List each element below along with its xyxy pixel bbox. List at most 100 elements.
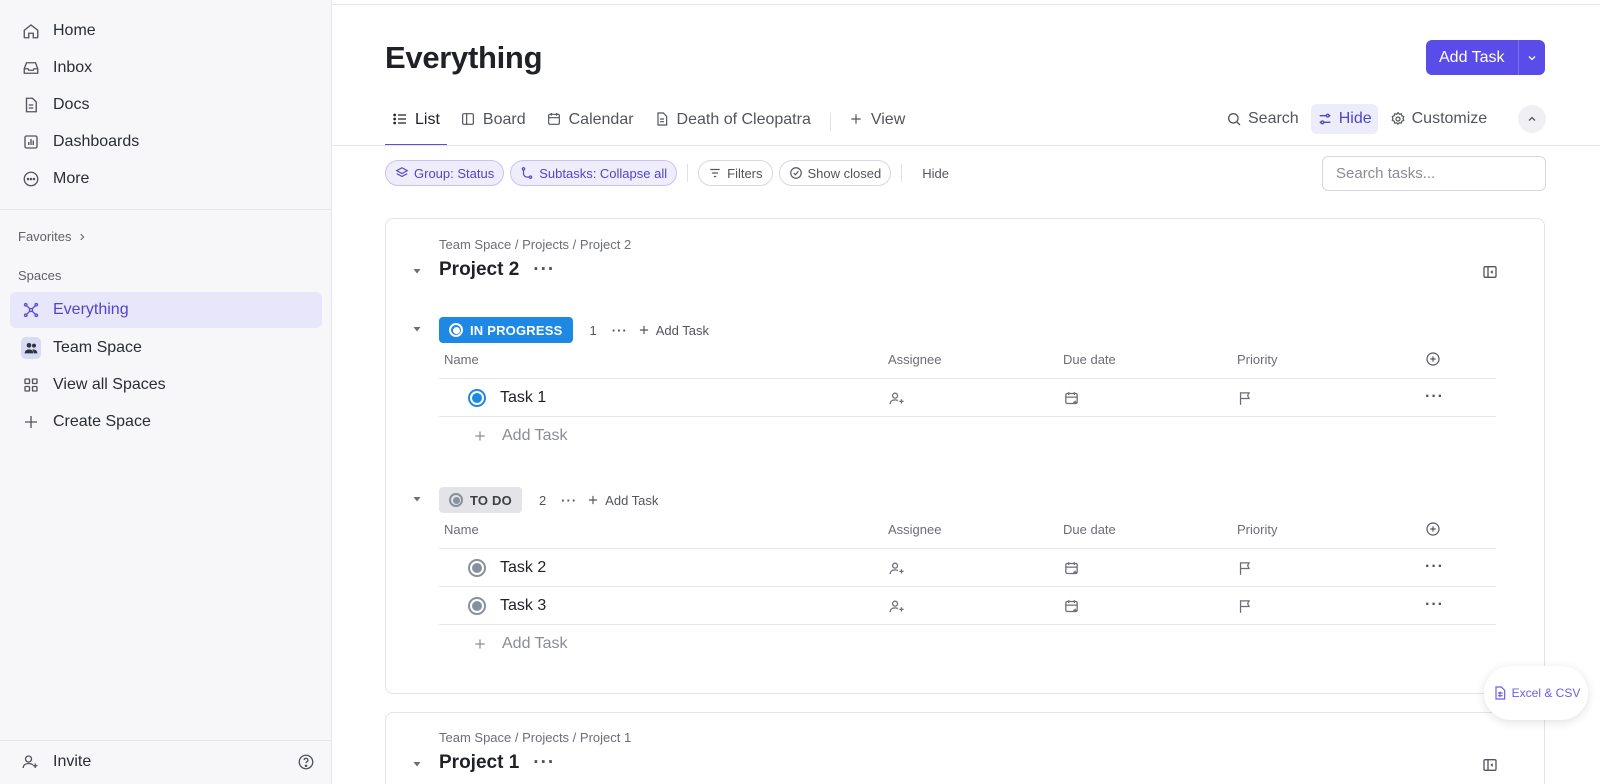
create-space[interactable]: Create Space <box>10 404 322 440</box>
calendar-icon <box>546 111 562 127</box>
nav-dashboards[interactable]: Dashboards <box>10 124 322 160</box>
add-view-label: View <box>870 111 906 128</box>
add-task-row-label: Add Task <box>502 427 568 444</box>
caret-down-icon[interactable] <box>411 323 423 335</box>
tab-calendar[interactable]: Calendar <box>539 102 641 146</box>
project-title: Project 2 ··· <box>439 259 555 281</box>
space-team[interactable]: Team Space <box>10 330 322 366</box>
collapse-header-button[interactable] <box>1518 105 1546 133</box>
task-name[interactable]: Task 3 <box>500 597 546 615</box>
nav-home-label: Home <box>53 22 96 39</box>
flag-icon[interactable] <box>1237 598 1254 615</box>
caret-down-icon[interactable] <box>411 758 423 770</box>
calendar-add-icon[interactable] <box>1063 598 1080 615</box>
task-row[interactable]: Task 1 ··· <box>439 379 1496 417</box>
home-icon <box>21 21 41 41</box>
task-name[interactable]: Task 1 <box>500 389 546 407</box>
excel-csv-export-button[interactable]: Excel & CSV <box>1484 666 1588 720</box>
column-priority[interactable]: Priority <box>1237 522 1277 537</box>
status-badge[interactable]: IN PROGRESS <box>439 317 573 343</box>
top-divider <box>332 4 1600 5</box>
caret-down-icon[interactable] <box>411 265 423 277</box>
nav-more[interactable]: More <box>10 161 322 197</box>
column-priority[interactable]: Priority <box>1237 352 1277 367</box>
chevron-down-icon[interactable] <box>1519 40 1545 75</box>
filter-bar: Group: Status Subtasks: Collapse all Fil… <box>385 160 959 186</box>
favorites-header[interactable]: Favorites <box>18 229 87 244</box>
status-icon[interactable] <box>468 559 486 577</box>
tab-doc[interactable]: Death of Cleopatra <box>647 102 818 146</box>
caret-down-icon[interactable] <box>411 493 423 505</box>
group-header-todo: TO DO 2 ··· Add Task <box>439 487 658 513</box>
more-horizontal-icon[interactable]: ··· <box>561 493 577 508</box>
calendar-add-icon[interactable] <box>1063 390 1080 407</box>
customize-button[interactable]: Customize <box>1384 104 1494 134</box>
nav-inbox[interactable]: Inbox <box>10 50 322 86</box>
sidebar-panel-icon[interactable] <box>1482 264 1498 280</box>
help-icon[interactable] <box>297 753 315 771</box>
filters-label: Filters <box>727 165 763 181</box>
space-everything[interactable]: Everything <box>10 292 322 328</box>
nav-docs[interactable]: Docs <box>10 87 322 123</box>
status-badge[interactable]: TO DO <box>439 487 522 513</box>
column-name[interactable]: Name <box>444 522 479 537</box>
hide-chip[interactable]: Hide <box>912 160 959 186</box>
sidebar-panel-icon[interactable] <box>1482 757 1498 773</box>
column-assignee[interactable]: Assignee <box>888 522 941 537</box>
project-breadcrumb: Team Space / Projects / Project 1 <box>439 730 632 745</box>
add-view-button[interactable]: View <box>841 102 912 146</box>
tab-board[interactable]: Board <box>453 102 533 146</box>
subtasks-label: Subtasks: Collapse all <box>539 165 668 181</box>
more-horizontal-icon[interactable]: ··· <box>1425 596 1444 614</box>
list-icon <box>392 111 408 127</box>
add-task-button[interactable]: Add Task <box>1426 40 1545 75</box>
status-icon <box>449 323 463 337</box>
group-status-chip[interactable]: Group: Status <box>385 160 505 186</box>
flag-icon[interactable] <box>1237 390 1254 407</box>
more-horizontal-icon[interactable]: ··· <box>533 259 555 281</box>
more-horizontal-icon[interactable]: ··· <box>1425 558 1444 576</box>
more-horizontal-icon[interactable]: ··· <box>1425 388 1444 406</box>
search-tasks-input[interactable] <box>1322 156 1546 191</box>
excel-csv-label: Excel & CSV <box>1511 686 1581 700</box>
hide-button[interactable]: Hide <box>1310 104 1378 134</box>
add-assignee-icon[interactable] <box>888 598 905 615</box>
more-horizontal-icon[interactable]: ··· <box>612 323 628 338</box>
nav-dashboards-label: Dashboards <box>53 133 140 150</box>
filters-chip[interactable]: Filters <box>698 160 773 186</box>
add-task-row[interactable]: Add Task <box>472 417 568 455</box>
subtasks-chip[interactable]: Subtasks: Collapse all <box>510 160 678 186</box>
column-name[interactable]: Name <box>444 352 479 367</box>
project-title: Project 1 ··· <box>439 752 555 774</box>
add-task-row[interactable]: Add Task <box>472 625 568 663</box>
tab-doc-label: Death of Cleopatra <box>676 111 811 128</box>
add-column-icon[interactable] <box>1425 521 1441 537</box>
task-row[interactable]: Task 2 ··· <box>439 549 1496 587</box>
show-closed-chip[interactable]: Show closed <box>778 160 892 186</box>
calendar-add-icon[interactable] <box>1063 560 1080 577</box>
task-row[interactable]: Task 3 ··· <box>439 587 1496 625</box>
doc-icon <box>21 95 41 115</box>
more-horizontal-icon[interactable]: ··· <box>533 752 555 774</box>
add-assignee-icon[interactable] <box>888 390 905 407</box>
group-add-task-button[interactable]: Add Task <box>586 493 658 508</box>
tab-list[interactable]: List <box>385 102 447 146</box>
flag-icon[interactable] <box>1237 560 1254 577</box>
column-due-date[interactable]: Due date <box>1063 522 1116 537</box>
nav-home[interactable]: Home <box>10 13 322 49</box>
search-icon <box>1226 111 1242 127</box>
view-all-spaces[interactable]: View all Spaces <box>10 367 322 403</box>
column-assignee[interactable]: Assignee <box>888 352 941 367</box>
status-icon[interactable] <box>468 389 486 407</box>
column-due-date[interactable]: Due date <box>1063 352 1116 367</box>
team-icon <box>21 337 41 359</box>
tab-bar-divider <box>332 145 1600 146</box>
add-task-label[interactable]: Add Task <box>1426 40 1519 75</box>
add-assignee-icon[interactable] <box>888 560 905 577</box>
invite-button[interactable]: Invite <box>10 740 322 784</box>
status-icon[interactable] <box>468 597 486 615</box>
task-name[interactable]: Task 2 <box>500 559 546 577</box>
group-add-task-button[interactable]: Add Task <box>637 323 709 338</box>
search-button[interactable]: Search <box>1220 104 1305 134</box>
add-column-icon[interactable] <box>1425 351 1441 367</box>
